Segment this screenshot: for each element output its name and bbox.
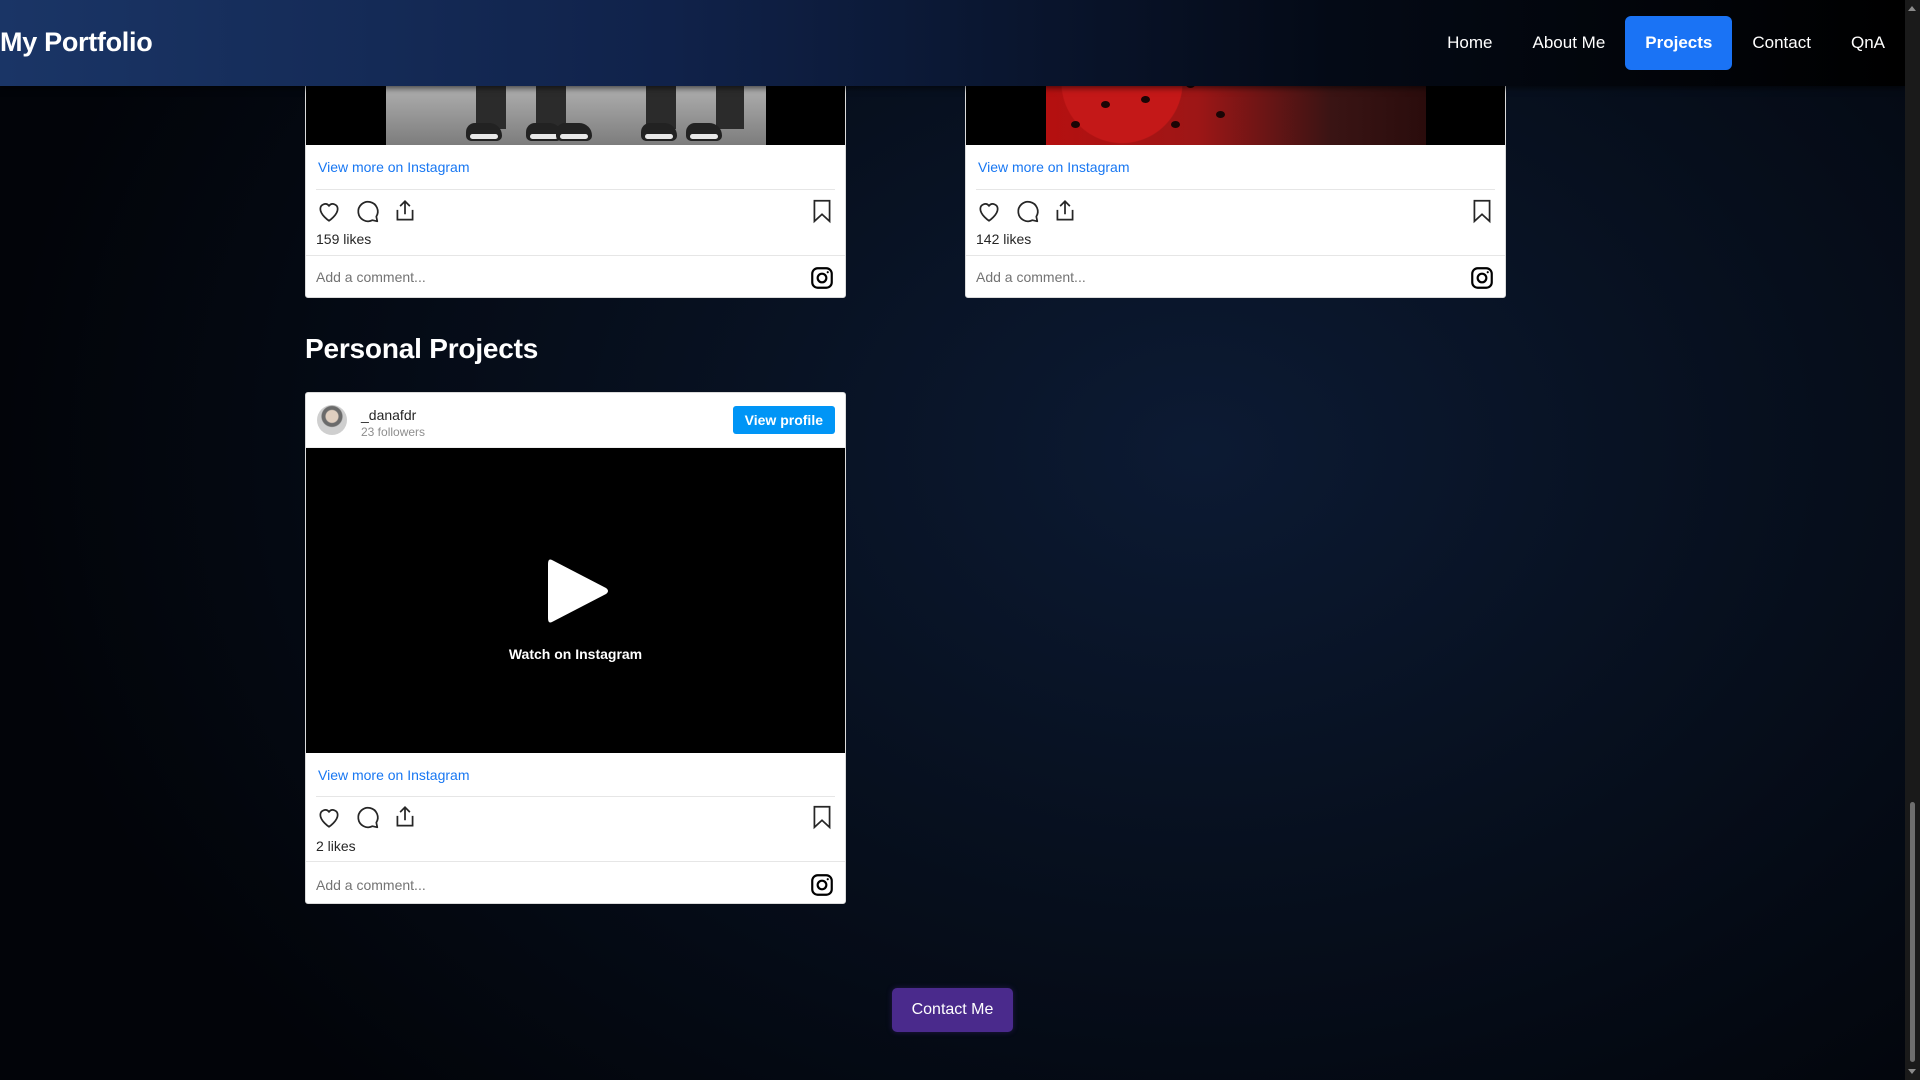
divider bbox=[306, 861, 845, 862]
scroll-down-icon[interactable] bbox=[1908, 1069, 1916, 1074]
divider bbox=[976, 189, 1495, 190]
view-more-link[interactable]: View more on Instagram bbox=[318, 159, 469, 175]
navbar: My Portfolio Home About Me Projects Cont… bbox=[0, 0, 1905, 86]
username[interactable]: _danafdr bbox=[361, 407, 416, 423]
followers-count: 23 followers bbox=[361, 425, 426, 439]
watch-on-instagram-link[interactable]: Watch on Instagram bbox=[306, 646, 845, 662]
heart-icon[interactable] bbox=[316, 198, 342, 224]
contact-me-button[interactable]: Contact Me bbox=[892, 988, 1013, 1032]
view-more-link[interactable]: View more on Instagram bbox=[318, 767, 469, 783]
divider bbox=[316, 796, 835, 797]
page-scrollbar[interactable] bbox=[1905, 0, 1920, 1080]
post-actions bbox=[316, 198, 418, 224]
comment-input[interactable]: Add a comment... bbox=[316, 269, 426, 285]
nav-projects[interactable]: Projects bbox=[1625, 16, 1733, 70]
video-player[interactable]: Watch on Instagram bbox=[306, 448, 845, 753]
scroll-up-icon[interactable] bbox=[1908, 6, 1916, 11]
nav-about-me[interactable]: About Me bbox=[1513, 16, 1626, 70]
comment-input[interactable]: Add a comment... bbox=[976, 269, 1086, 285]
comment-icon[interactable] bbox=[354, 804, 380, 830]
divider bbox=[966, 255, 1505, 256]
divider bbox=[316, 189, 835, 190]
nav-home[interactable]: Home bbox=[1427, 16, 1512, 70]
comment-icon[interactable] bbox=[1014, 198, 1040, 224]
instagram-icon[interactable] bbox=[809, 872, 835, 898]
nav-contact[interactable]: Contact bbox=[1732, 16, 1831, 70]
share-icon[interactable] bbox=[392, 198, 418, 224]
bookmark-icon[interactable] bbox=[809, 804, 835, 830]
instagram-icon[interactable] bbox=[1469, 265, 1495, 291]
bookmark-icon[interactable] bbox=[1469, 198, 1495, 224]
post-actions bbox=[976, 198, 1078, 224]
section-title-personal-projects: Personal Projects bbox=[305, 333, 539, 364]
brand-title[interactable]: My Portfolio bbox=[0, 27, 153, 58]
likes-count: 159 likes bbox=[316, 231, 372, 247]
nav-links: Home About Me Projects Contact QnA bbox=[1427, 16, 1905, 70]
bookmark-icon[interactable] bbox=[809, 198, 835, 224]
likes-count: 2 likes bbox=[316, 838, 356, 854]
instagram-icon[interactable] bbox=[809, 265, 835, 291]
view-more-link[interactable]: View more on Instagram bbox=[978, 159, 1129, 175]
instagram-embed-card: _danafdr 23 followers View profile Watch… bbox=[305, 392, 846, 904]
scroll-thumb[interactable] bbox=[1910, 802, 1915, 1062]
heart-icon[interactable] bbox=[316, 804, 342, 830]
nav-qna[interactable]: QnA bbox=[1831, 16, 1905, 70]
heart-icon[interactable] bbox=[976, 198, 1002, 224]
share-icon[interactable] bbox=[1052, 198, 1078, 224]
comment-icon[interactable] bbox=[354, 198, 380, 224]
share-icon[interactable] bbox=[392, 804, 418, 830]
card-header: _danafdr 23 followers View profile bbox=[306, 393, 845, 448]
comment-input[interactable]: Add a comment... bbox=[316, 877, 426, 893]
view-profile-button[interactable]: View profile bbox=[732, 406, 835, 434]
play-icon[interactable] bbox=[546, 556, 610, 626]
divider bbox=[306, 255, 845, 256]
avatar[interactable] bbox=[317, 405, 347, 435]
post-actions bbox=[316, 804, 418, 830]
likes-count: 142 likes bbox=[976, 231, 1032, 247]
